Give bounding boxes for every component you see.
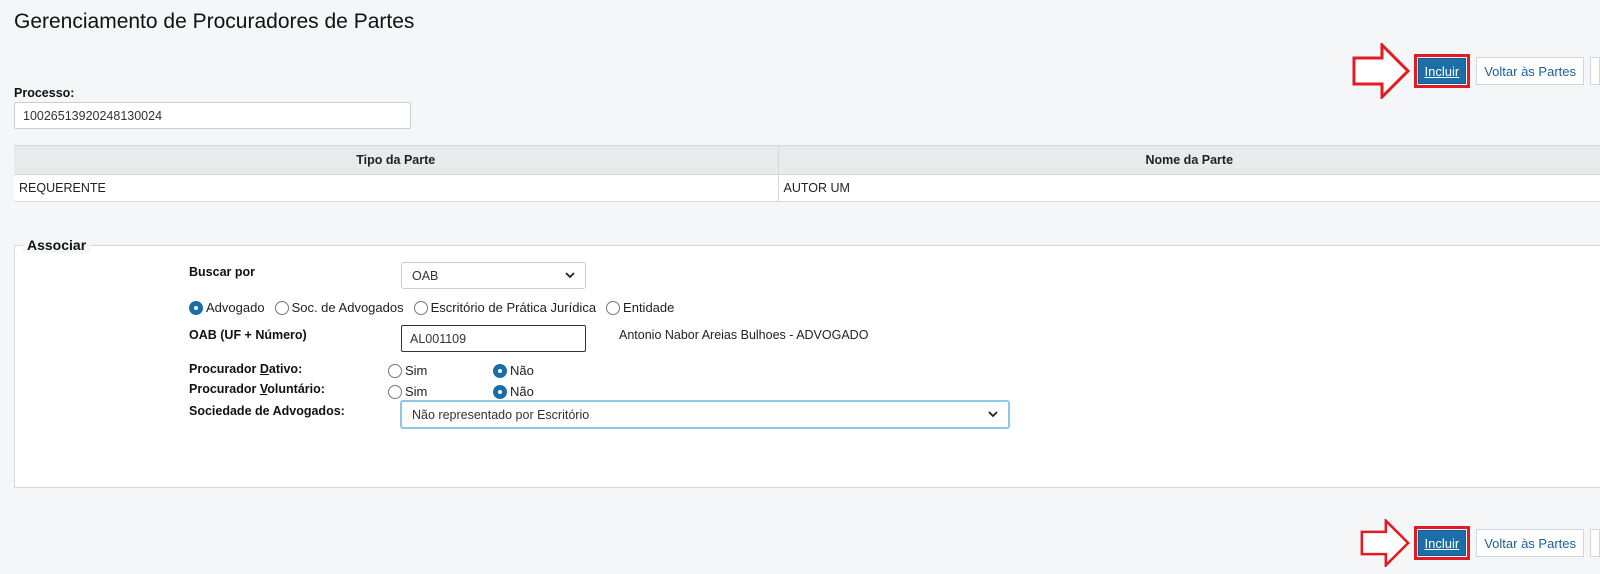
radio-escritorio-label: Escritório de Prática Jurídica [430,300,597,315]
voluntario-nao-radio[interactable]: Não [493,384,534,399]
dativo-nao-label: Não [510,363,534,378]
radio-advogado-label: Advogado [206,300,265,315]
red-arrow-icon [1360,519,1410,567]
column-header-tipo: Tipo da Parte [14,145,779,175]
table-header-row: Tipo da Parte Nome da Parte [14,145,1600,175]
radio-unchecked-icon [606,300,621,315]
bottom-actions: Incluir Voltar às Partes [1360,519,1600,567]
overflow-button-top[interactable] [1590,57,1600,85]
buscar-por-label: Buscar por [189,265,255,279]
radio-unchecked-icon [388,384,402,399]
chevron-down-icon [565,272,575,279]
radio-unchecked-icon [388,363,402,378]
radio-checked-icon [493,363,507,378]
radio-soc-advogados[interactable]: Soc. de Advogados [274,300,404,315]
buscar-por-value: OAB [412,268,439,283]
dativo-nao-radio[interactable]: Não [493,363,534,378]
incluir-highlight: Incluir [1413,526,1471,560]
associar-legend: Associar [23,237,91,253]
oab-label: OAB (UF + Número) [189,328,307,342]
incluir-button-top[interactable]: Incluir [1417,58,1467,84]
voluntario-sim-label: Sim [405,384,428,399]
cell-tipo: REQUERENTE [14,174,779,202]
voluntario-label: Procurador Voluntário: [189,382,325,396]
page-title: Gerenciamento de Procuradores de Partes [14,10,415,33]
processo-input[interactable] [14,102,411,129]
radio-checked-icon [493,384,507,399]
column-header-nome: Nome da Parte [778,145,1600,175]
voltar-partes-button-bottom[interactable]: Voltar às Partes [1476,529,1584,557]
red-arrow-icon [1352,43,1410,99]
dativo-sim-radio[interactable]: Sim [388,363,427,378]
sociedade-label: Sociedade de Advogados: [189,404,345,418]
radio-soc-advogados-label: Soc. de Advogados [291,300,404,315]
radio-escritorio[interactable]: Escritório de Prática Jurídica [413,300,597,315]
table-row[interactable]: REQUERENTE AUTOR UM [14,174,1600,202]
radio-unchecked-icon [413,300,428,315]
radio-advogado[interactable]: Advogado [189,300,265,315]
chevron-down-icon [988,411,998,418]
tipo-radio-group: Advogado Soc. de Advogados Escritório de… [189,300,682,315]
incluir-button-bottom[interactable]: Incluir [1417,530,1467,556]
overflow-button-bottom[interactable] [1590,529,1600,557]
radio-entidade[interactable]: Entidade [606,300,674,315]
processo-label: Processo: [14,86,75,100]
sociedade-value: Não representado por Escritório [412,407,590,422]
incluir-highlight: Incluir [1413,54,1471,88]
radio-unchecked-icon [274,300,289,315]
dativo-label: Procurador Dativo: [189,362,303,376]
cell-nome: AUTOR UM [778,174,1600,202]
top-actions: Incluir Voltar às Partes [1352,43,1600,99]
oab-result-text: Antonio Nabor Areias Bulhoes - ADVOGADO [619,328,869,342]
oab-input[interactable] [401,325,586,352]
parts-table: Tipo da Parte Nome da Parte REQUERENTE A… [14,145,1600,202]
radio-checked-icon [189,300,203,315]
radio-entidade-label: Entidade [623,300,675,315]
buscar-por-select[interactable]: OAB [401,262,586,289]
voluntario-nao-label: Não [510,384,534,399]
voltar-partes-button-top[interactable]: Voltar às Partes [1476,57,1584,85]
dativo-sim-label: Sim [405,363,428,378]
sociedade-select[interactable]: Não representado por Escritório [400,400,1010,429]
voluntario-sim-radio[interactable]: Sim [388,384,427,399]
